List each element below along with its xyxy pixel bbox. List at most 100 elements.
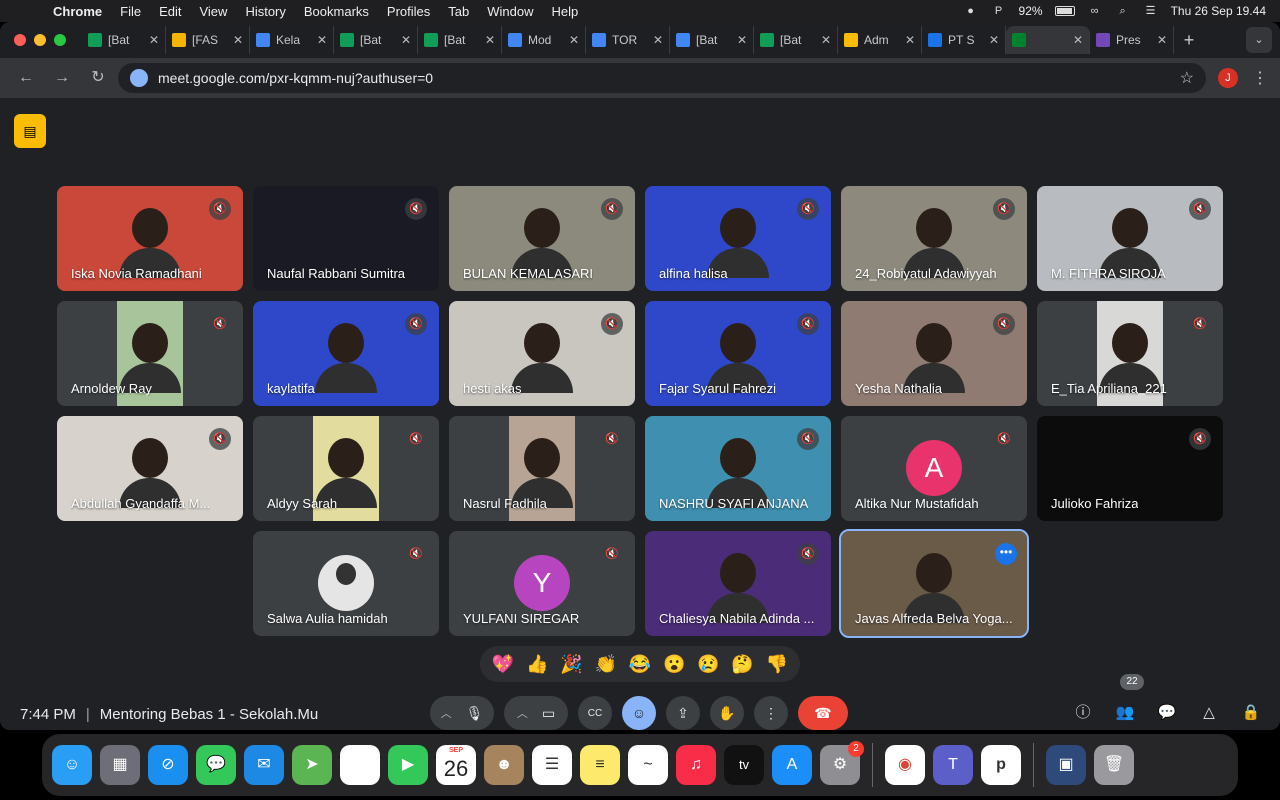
participant-tile[interactable]: 🔇 Nasrul Fadhila — [449, 416, 635, 521]
mic-control[interactable]: ︿ 🎙 — [430, 696, 494, 730]
reaction-sad[interactable]: 😢 — [694, 654, 722, 675]
leave-call-button[interactable]: ☎ — [798, 696, 848, 730]
pcloud-menubar-icon[interactable]: P — [991, 5, 1007, 17]
microphone-icon[interactable]: 🎙 — [466, 705, 484, 722]
reactions-button[interactable]: ☺ — [622, 696, 656, 730]
maps-icon[interactable]: ➤ — [292, 745, 332, 785]
chat-icon[interactable]: 💬 — [1156, 702, 1178, 724]
menu-history[interactable]: History — [236, 4, 294, 19]
participant-tile[interactable]: 🔇 Aldyy Sarah — [253, 416, 439, 521]
reaction-clap[interactable]: 👏 — [592, 654, 620, 675]
notes-icon[interactable]: ≡ — [580, 745, 620, 785]
participant-tile[interactable]: 🔇 Abdullah Gyandaffa M... — [57, 416, 243, 521]
menu-tab[interactable]: Tab — [439, 4, 478, 19]
messages-icon[interactable]: 💬 — [196, 745, 236, 785]
close-tab-icon[interactable]: ✕ — [317, 33, 327, 47]
contacts-icon[interactable]: ☻ — [484, 745, 524, 785]
menu-bookmarks[interactable]: Bookmarks — [295, 4, 378, 19]
address-bar[interactable]: meet.google.com/pxr-kqmm-nuj?authuser=0 … — [118, 63, 1206, 93]
pcloud-icon[interactable]: p — [981, 745, 1021, 785]
browser-tab[interactable]: [Bat ✕ — [418, 26, 502, 54]
participant-tile[interactable]: 🔇 kaylatifa — [253, 301, 439, 406]
new-tab-button[interactable]: + — [1174, 30, 1204, 51]
zoom-window-button[interactable] — [54, 34, 66, 46]
safari-icon[interactable]: ⊘ — [148, 745, 188, 785]
browser-tab[interactable]: [Bat ✕ — [670, 26, 754, 54]
close-tab-icon[interactable]: ✕ — [989, 33, 999, 47]
chevron-up-icon[interactable]: ︿ — [441, 705, 452, 721]
reload-icon[interactable]: ↻ — [82, 62, 114, 94]
participant-tile[interactable]: ••• Javas Alfreda Belva Yoga... — [839, 529, 1029, 638]
minimize-window-button[interactable] — [34, 34, 46, 46]
close-tab-icon[interactable]: ✕ — [737, 33, 747, 47]
control-center-icon[interactable]: ☰ — [1143, 5, 1159, 17]
close-tab-icon[interactable]: ✕ — [821, 33, 831, 47]
close-tab-icon[interactable]: ✕ — [401, 33, 411, 47]
camera-icon[interactable]: ▭ — [542, 705, 555, 722]
chrome-menu-icon[interactable]: ⋮ — [1250, 68, 1270, 88]
preview-icon[interactable]: ▣ — [1046, 745, 1086, 785]
teams-icon[interactable]: T — [933, 745, 973, 785]
raise-hand-button[interactable]: ✋ — [710, 696, 744, 730]
launchpad-icon[interactable]: ▦ — [100, 745, 140, 785]
link-icon[interactable]: ∞ — [1087, 5, 1103, 17]
participant-tile[interactable]: 🔇 Salwa Aulia hamidah — [253, 531, 439, 636]
menu-file[interactable]: File — [111, 4, 150, 19]
camera-off-notice-icon[interactable]: ▤ — [14, 114, 46, 148]
menubar-clock[interactable]: Thu 26 Sep 19.44 — [1171, 4, 1266, 18]
profile-avatar[interactable]: J — [1218, 68, 1238, 88]
participant-tile[interactable]: A 🔇 Altika Nur Mustafidah — [841, 416, 1027, 521]
present-button[interactable]: ⇪ — [666, 696, 700, 730]
close-tab-icon[interactable]: ✕ — [1073, 33, 1083, 47]
music-icon[interactable]: ♫ — [676, 745, 716, 785]
participant-tile[interactable]: 🔇 Fajar Syarul Fahrezi — [645, 301, 831, 406]
browser-tab[interactable]: [Bat ✕ — [82, 26, 166, 54]
record-icon[interactable]: ● — [963, 5, 979, 17]
menu-view[interactable]: View — [190, 4, 236, 19]
reaction-surprised[interactable]: 😮 — [660, 654, 688, 675]
facetime-icon[interactable]: ▶ — [388, 745, 428, 785]
meeting-info-icon[interactable]: ⓘ — [1072, 702, 1094, 724]
participant-tile[interactable]: 🔇 alfina halisa — [645, 186, 831, 291]
freeform-icon[interactable]: ~ — [628, 745, 668, 785]
reaction-laugh[interactable]: 😂 — [626, 654, 654, 675]
browser-tab[interactable]: [Bat ✕ — [754, 26, 838, 54]
browser-tab[interactable]: [FAS ✕ — [166, 26, 250, 54]
mail-icon[interactable]: ✉ — [244, 745, 284, 785]
browser-tab[interactable]: PT S ✕ — [922, 26, 1006, 54]
chrome-icon[interactable]: ◉ — [885, 745, 925, 785]
participant-tile[interactable]: 🔇 E_Tia Apriliana_221 — [1037, 301, 1223, 406]
close-tab-icon[interactable]: ✕ — [653, 33, 663, 47]
browser-tab[interactable]: Adm ✕ — [838, 26, 922, 54]
participant-tile[interactable]: Y 🔇 YULFANI SIREGAR — [449, 531, 635, 636]
browser-tab[interactable]: Mod ✕ — [502, 26, 586, 54]
bookmark-star-icon[interactable]: ☆ — [1180, 68, 1194, 88]
menu-edit[interactable]: Edit — [150, 4, 190, 19]
activities-icon[interactable]: △ — [1198, 702, 1220, 724]
menu-window[interactable]: Window — [478, 4, 542, 19]
photos-icon[interactable]: ✿ — [340, 745, 380, 785]
reaction-thumbs-up[interactable]: 👍 — [523, 654, 551, 675]
participant-tile[interactable]: 🔇 BULAN KEMALASARI — [449, 186, 635, 291]
browser-tab[interactable]: [Bat ✕ — [334, 26, 418, 54]
finder-icon[interactable]: ☺ — [52, 745, 92, 785]
host-controls-lock-icon[interactable]: 🔒 — [1240, 702, 1262, 724]
browser-tab[interactable]: Kela ✕ — [250, 26, 334, 54]
participant-tile[interactable]: 🔇 Arnoldew Ray — [57, 301, 243, 406]
participant-tile[interactable]: 🔇 Naufal Rabbani Sumitra — [253, 186, 439, 291]
close-tab-icon[interactable]: ✕ — [485, 33, 495, 47]
reaction-thumbs-down[interactable]: 👎 — [763, 654, 791, 675]
back-arrow-icon[interactable]: ← — [10, 62, 42, 94]
site-info-icon[interactable] — [130, 69, 148, 87]
captions-button[interactable]: CC — [578, 696, 612, 730]
menu-help[interactable]: Help — [543, 4, 588, 19]
appletv-icon[interactable]: tv — [724, 745, 764, 785]
tile-options-icon[interactable]: ••• — [995, 543, 1017, 565]
participant-tile[interactable]: 🔇 24_Robiyatul Adawiyyah — [841, 186, 1027, 291]
settings-icon[interactable]: ⚙ 2 — [820, 741, 864, 785]
forward-arrow-icon[interactable]: → — [46, 62, 78, 94]
menu-profiles[interactable]: Profiles — [378, 4, 439, 19]
participant-tile[interactable]: 🔇 Yesha Nathalia — [841, 301, 1027, 406]
browser-tab[interactable]: Pres ✕ — [1090, 26, 1174, 54]
reminders-icon[interactable]: ☰ — [532, 745, 572, 785]
